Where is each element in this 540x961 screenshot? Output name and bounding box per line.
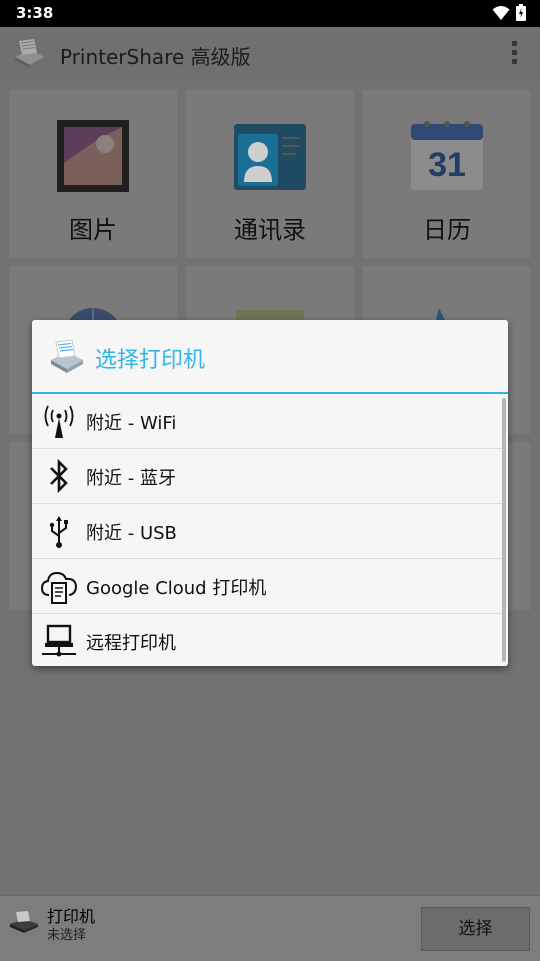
usb-icon xyxy=(49,516,68,548)
option-label: 远程打印机 xyxy=(86,633,176,654)
tile-label: 日历 xyxy=(423,216,471,244)
dialog-title: 选择打印机 xyxy=(95,348,206,373)
option-label: 附近 - USB xyxy=(86,523,177,544)
option-google-cloud[interactable]: Google Cloud 打印机 xyxy=(32,559,502,614)
bluetooth-icon xyxy=(50,458,68,494)
option-label: 附近 - 蓝牙 xyxy=(86,468,176,489)
wifi-tower-icon xyxy=(44,405,74,438)
app-bar: PrinterShare 高级版 xyxy=(0,27,540,81)
option-remote[interactable]: 远程打印机 xyxy=(32,614,502,666)
printer-bar: 打印机 未选择 选择 xyxy=(0,895,540,961)
calendar-day: 31 xyxy=(428,146,466,184)
overflow-menu-icon[interactable] xyxy=(510,41,518,67)
dialog-scrollbar[interactable] xyxy=(502,398,506,662)
select-printer-button[interactable]: 选择 xyxy=(421,907,530,951)
photo-icon xyxy=(57,120,129,192)
tile-contacts[interactable]: 通讯录 xyxy=(186,90,354,258)
printer-logo-icon xyxy=(51,339,83,373)
option-label: Google Cloud 打印机 xyxy=(86,578,267,599)
contacts-icon xyxy=(234,124,306,190)
dialog-header: 选择打印机 xyxy=(32,320,508,394)
option-wifi[interactable]: 附近 - WiFi xyxy=(32,394,502,449)
tile-calendar[interactable]: 31 日历 xyxy=(363,90,531,258)
option-label: 附近 - WiFi xyxy=(86,413,177,434)
select-printer-dialog: 选择打印机 附近 - WiFi 附近 - 蓝牙 附近 - USB Google … xyxy=(32,320,508,666)
status-time: 3:38 xyxy=(16,4,54,22)
printer-status: 未选择 xyxy=(47,928,87,943)
app-logo-icon xyxy=(15,39,45,68)
printer-icon xyxy=(10,911,38,933)
calendar-icon: 31 xyxy=(411,121,483,190)
tile-photos[interactable]: 图片 xyxy=(9,90,177,258)
printer-source-list: 附近 - WiFi 附近 - 蓝牙 附近 - USB Google Cloud … xyxy=(32,394,508,666)
option-usb[interactable]: 附近 - USB xyxy=(32,504,502,559)
tile-label: 通讯录 xyxy=(234,216,306,244)
status-icons xyxy=(492,4,526,21)
wifi-icon xyxy=(492,5,510,20)
remote-computer-icon xyxy=(42,624,76,657)
option-bluetooth[interactable]: 附近 - 蓝牙 xyxy=(32,449,502,504)
cloud-print-icon xyxy=(40,571,78,604)
battery-icon xyxy=(516,4,526,21)
tile-label: 图片 xyxy=(69,216,117,244)
status-bar: 3:38 xyxy=(0,0,540,27)
app-title: PrinterShare 高级版 xyxy=(60,45,251,69)
